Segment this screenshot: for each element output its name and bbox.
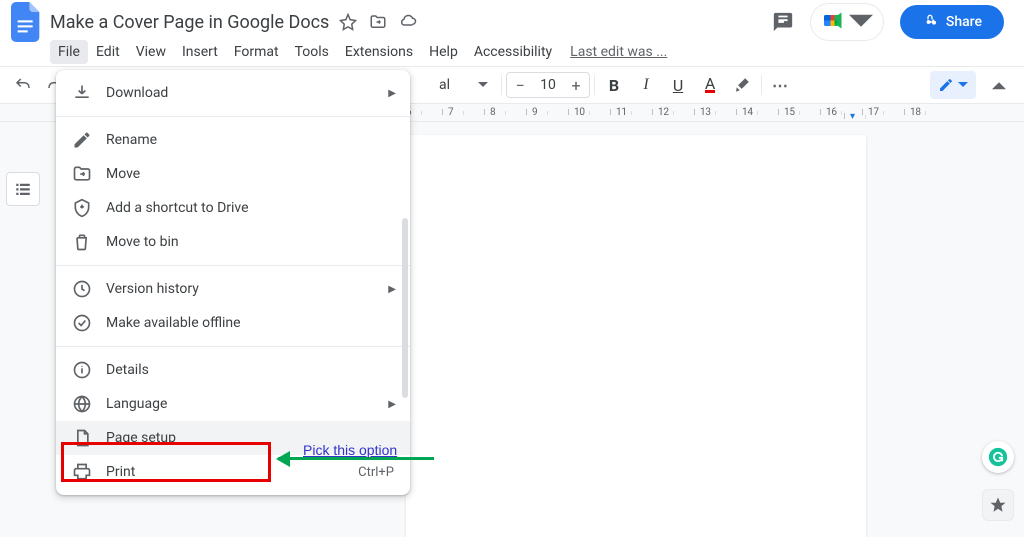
share-button[interactable]: Share	[900, 5, 1004, 39]
undo-button[interactable]	[8, 71, 38, 99]
grammarly-fab-icon[interactable]	[982, 441, 1014, 473]
submenu-arrow-icon: ▶	[388, 284, 396, 295]
file-menu-language[interactable]: Language▶	[56, 387, 410, 421]
doc-title[interactable]: Make a Cover Page in Google Docs	[44, 12, 329, 33]
bold-button[interactable]: B	[599, 71, 629, 99]
submenu-arrow-icon: ▶	[388, 88, 396, 99]
file-menu-move-to-bin[interactable]: Move to bin	[56, 225, 410, 259]
document-page[interactable]	[406, 135, 866, 537]
file-menu-add-a-shortcut-to-drive[interactable]: Add a shortcut to Drive	[56, 191, 410, 225]
docs-logo-icon[interactable]	[8, 4, 44, 40]
menu-file[interactable]: File	[50, 40, 88, 64]
file-menu-dropdown: Download▶ RenameMoveAdd a shortcut to Dri…	[56, 70, 410, 495]
menu-format[interactable]: Format	[226, 40, 287, 64]
highlight-color-button[interactable]	[727, 71, 757, 99]
font-size-decrease[interactable]: −	[507, 73, 533, 97]
font-size-group: − +	[506, 72, 590, 98]
menu-view[interactable]: View	[128, 40, 174, 64]
details-icon	[72, 360, 92, 380]
font-size-input[interactable]	[533, 77, 563, 93]
collapse-toolbar-button[interactable]	[984, 71, 1014, 99]
offline-icon	[72, 313, 92, 333]
shortcut-icon	[72, 198, 92, 218]
file-menu-make-available-offline[interactable]: Make available offline	[56, 306, 410, 340]
language-icon	[72, 394, 92, 414]
file-menu-details[interactable]: Details	[56, 353, 410, 387]
file-menu-download[interactable]: Download▶	[56, 76, 410, 110]
file-menu-rename[interactable]: Rename	[56, 123, 410, 157]
editing-mode-button[interactable]	[930, 71, 976, 99]
annotation-highlight-box	[61, 442, 271, 482]
trash-icon	[72, 232, 92, 252]
history-icon	[72, 279, 92, 299]
comment-history-icon[interactable]	[772, 11, 794, 33]
more-toolbar-button[interactable]: ⋯	[766, 71, 796, 99]
underline-button[interactable]: U	[663, 71, 693, 99]
menu-accessibility[interactable]: Accessibility	[466, 40, 560, 64]
menu-help[interactable]: Help	[421, 40, 466, 64]
menu-insert[interactable]: Insert	[174, 40, 226, 64]
file-menu-version-history[interactable]: Version history▶	[56, 272, 410, 306]
right-indent-marker-icon[interactable]: ▾	[850, 111, 892, 122]
annotation-text: Pick this option	[303, 442, 397, 458]
meet-button[interactable]	[810, 3, 884, 41]
font-size-increase[interactable]: +	[563, 73, 589, 97]
document-outline-button[interactable]	[6, 172, 40, 206]
move-icon	[72, 164, 92, 184]
explore-fab-button[interactable]	[982, 489, 1014, 521]
rename-icon	[72, 130, 92, 150]
menu-extensions[interactable]: Extensions	[337, 40, 421, 64]
download-icon	[72, 83, 92, 103]
font-select[interactable]: al	[430, 76, 497, 94]
menubar: FileEditViewInsertFormatToolsExtensionsH…	[0, 38, 1024, 66]
star-icon[interactable]	[339, 13, 357, 31]
last-edit-link[interactable]: Last edit was ...	[570, 44, 667, 60]
share-label: Share	[946, 14, 982, 30]
cloud-status-icon[interactable]	[399, 13, 417, 31]
italic-button[interactable]: I	[631, 71, 661, 99]
move-to-folder-icon[interactable]	[369, 13, 387, 31]
menu-edit[interactable]: Edit	[88, 40, 128, 64]
menu-tools[interactable]: Tools	[287, 40, 337, 64]
file-menu-move[interactable]: Move	[56, 157, 410, 191]
submenu-arrow-icon: ▶	[388, 399, 396, 410]
text-color-button[interactable]: A	[695, 71, 725, 99]
